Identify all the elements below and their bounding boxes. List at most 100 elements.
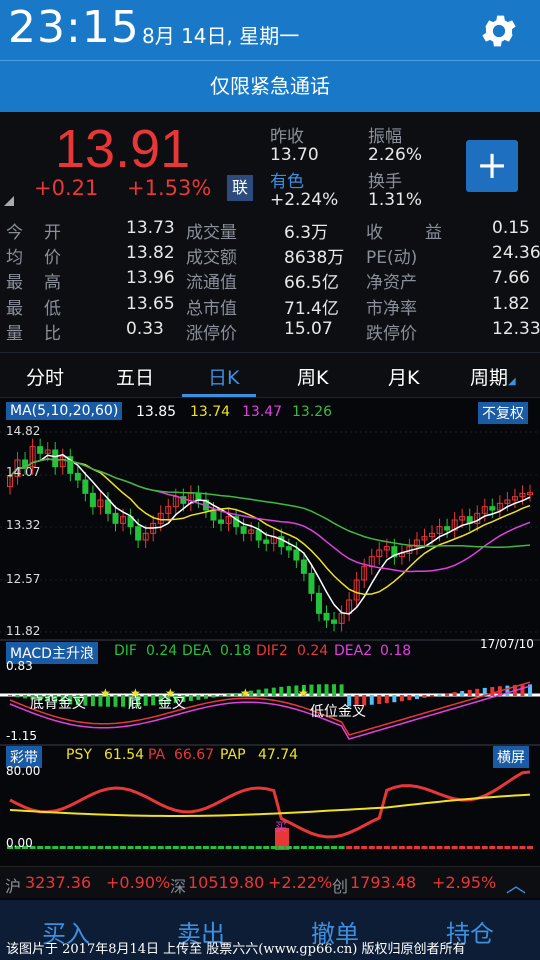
sector-change: +2.24% bbox=[270, 190, 339, 210]
candle-body bbox=[52, 449, 59, 468]
macd-bar bbox=[505, 685, 510, 696]
quote-row-value-2: 66.5亿 bbox=[284, 273, 339, 293]
candle-body bbox=[82, 479, 89, 494]
macd-star-icon: ★ bbox=[100, 686, 111, 700]
quote-row-label-b: 价 bbox=[44, 248, 61, 268]
quote-row-value-3: 12.33 bbox=[492, 319, 540, 339]
quote-row-value-1: 13.82 bbox=[126, 243, 175, 263]
amplitude-value: 2.26% bbox=[368, 145, 423, 165]
band-segment bbox=[195, 846, 202, 849]
band-segment bbox=[353, 846, 360, 849]
macd-bar bbox=[113, 695, 118, 707]
band-segment bbox=[444, 846, 451, 849]
ma10-value: 13.74 bbox=[190, 404, 231, 420]
kline-chart[interactable]: ★ ★ ★ ★ ★ bbox=[0, 398, 540, 868]
band-segment bbox=[504, 846, 511, 849]
quote-row-label-a: 量 bbox=[6, 324, 23, 344]
quote-row-label-b: 比 bbox=[44, 324, 61, 344]
emergency-call-bar[interactable]: 仅限紧急通话 bbox=[0, 60, 540, 112]
quote-row-value-1: 0.33 bbox=[126, 319, 164, 339]
band-segment bbox=[368, 846, 375, 849]
psy-y-top: 80.00 bbox=[6, 764, 41, 778]
macd-bar bbox=[369, 695, 374, 705]
band-segment bbox=[421, 846, 428, 849]
candle-body bbox=[285, 546, 292, 551]
band-segment bbox=[459, 846, 466, 849]
band-segment bbox=[37, 846, 44, 849]
band-segment bbox=[429, 846, 436, 849]
dea-label: DEA bbox=[182, 643, 212, 659]
band-segment bbox=[104, 846, 111, 849]
landscape-button[interactable]: 横屏 bbox=[493, 746, 529, 768]
band-segment bbox=[300, 846, 307, 849]
quote-row-key-3: 净资产 bbox=[366, 273, 417, 293]
band-segment bbox=[67, 846, 74, 849]
macd-bar bbox=[279, 686, 284, 696]
tab-monthly-k[interactable]: 月K bbox=[388, 363, 419, 390]
tab-intraday[interactable]: 分时 bbox=[26, 363, 64, 390]
band-segment bbox=[376, 846, 383, 849]
macd-bar bbox=[490, 687, 495, 696]
buy-mark: 买 bbox=[275, 820, 288, 834]
price-change: +0.21 bbox=[34, 176, 99, 200]
y-tick-4: 12.57 bbox=[6, 572, 41, 586]
sh-value: 3237.36 bbox=[25, 873, 92, 892]
adjust-mode-button[interactable]: 不复权 bbox=[478, 402, 528, 424]
tab-daily-k[interactable]: 日K bbox=[208, 363, 239, 390]
macd-annotation-right: 低位金叉 bbox=[310, 704, 366, 720]
gear-icon[interactable] bbox=[478, 10, 520, 52]
lian-badge[interactable]: 联 bbox=[227, 175, 253, 201]
band-segment bbox=[165, 846, 172, 849]
dea-value: 0.18 bbox=[220, 643, 252, 659]
band-segment bbox=[233, 846, 240, 849]
band-segment bbox=[172, 846, 179, 849]
candle-body bbox=[218, 519, 225, 524]
macd-bar bbox=[332, 684, 337, 696]
dea2-value: 0.18 bbox=[380, 643, 412, 659]
band-segment bbox=[225, 846, 232, 849]
chevron-up-icon[interactable]: ︿ bbox=[506, 869, 526, 898]
macd-bar bbox=[339, 684, 344, 696]
psy-y-bottom: 0.00 bbox=[6, 836, 33, 850]
candle-body bbox=[444, 526, 451, 531]
ma5-value: 13.85 bbox=[136, 404, 177, 420]
macd-bar bbox=[445, 693, 450, 696]
period-tabs: 分时 五日 日K 周K 月K 周期◢ bbox=[0, 352, 540, 398]
band-segment bbox=[285, 846, 292, 849]
date-label: 8月 14日, 星期一 bbox=[142, 24, 300, 48]
band-segment bbox=[398, 846, 405, 849]
band-segment bbox=[44, 846, 51, 849]
cy-change: +2.95% bbox=[432, 873, 497, 892]
candle-body bbox=[104, 499, 111, 514]
candle-body bbox=[331, 619, 338, 624]
add-watchlist-button[interactable]: + bbox=[466, 140, 518, 192]
psy-label: PSY bbox=[66, 747, 92, 763]
band-segment bbox=[278, 846, 285, 849]
band-segment bbox=[59, 846, 66, 849]
tab-weekly-k[interactable]: 周K bbox=[297, 363, 328, 390]
band-segment bbox=[82, 846, 89, 849]
band-segment bbox=[361, 846, 368, 849]
band-segment bbox=[481, 846, 488, 849]
sh-label: 沪 bbox=[5, 877, 22, 896]
watermark: 该图片于 2017年8月14日 上传至 股票六六(www.gp66.cn) 版权… bbox=[6, 942, 466, 957]
tab-five-day[interactable]: 五日 bbox=[116, 363, 154, 390]
current-price: 13.91 bbox=[55, 119, 191, 179]
tab-period[interactable]: 周期◢ bbox=[470, 363, 516, 390]
band-segment bbox=[120, 846, 127, 849]
macd-bar bbox=[226, 694, 231, 696]
macd-bar bbox=[520, 684, 525, 696]
pap-label: PAP bbox=[220, 747, 246, 763]
dea2-label: DEA2 bbox=[334, 643, 373, 659]
index-ticker[interactable]: 沪 3237.36 +0.90% 深 10519.80 +2.22% 创 179… bbox=[0, 866, 540, 898]
ma-indicator-chip[interactable]: MA(5,10,20,60) bbox=[6, 402, 123, 420]
candle-body bbox=[195, 492, 202, 501]
band-segment bbox=[451, 846, 458, 849]
quote-row-label-a: 最 bbox=[6, 299, 23, 319]
quote-row-label-a: 最 bbox=[6, 273, 23, 293]
quote-row-key-2: 流通值 bbox=[186, 273, 237, 293]
sector-label[interactable]: 有色 bbox=[270, 167, 304, 192]
macd-bar bbox=[467, 689, 472, 696]
quote-row-label-b: 开 bbox=[44, 223, 61, 243]
quote-row-key-3b: 益 bbox=[425, 223, 442, 243]
